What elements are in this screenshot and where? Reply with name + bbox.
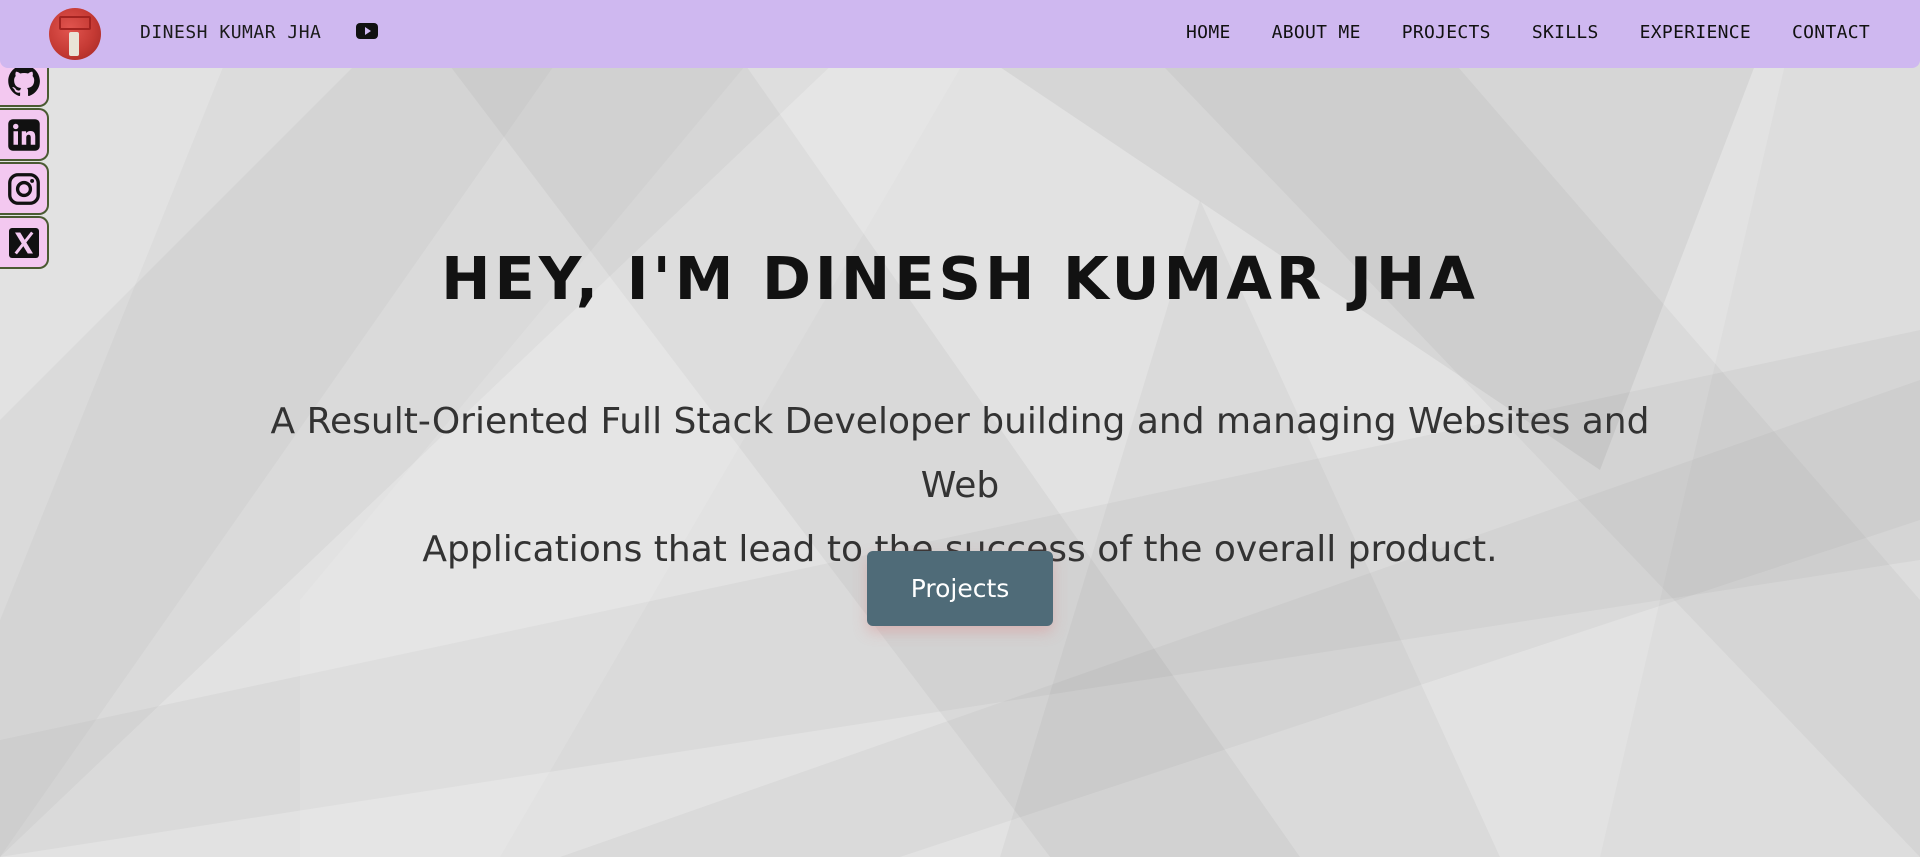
nav-projects[interactable]: PROJECTS: [1402, 22, 1491, 43]
nav-about-me[interactable]: ABOUT ME: [1272, 22, 1361, 43]
social-link-x[interactable]: [0, 216, 49, 269]
avatar[interactable]: [49, 8, 101, 60]
navbar: DINESH KUMAR JHA HOME ABOUT ME PROJECTS …: [0, 0, 1920, 68]
youtube-icon[interactable]: [355, 21, 379, 41]
projects-button[interactable]: Projects: [867, 551, 1053, 626]
hero-title: HEY, I'M DINESH KUMAR JHA: [441, 244, 1479, 313]
avatar-frame: [59, 16, 91, 30]
nav-contact[interactable]: CONTACT: [1792, 22, 1870, 43]
nav-skills[interactable]: SKILLS: [1532, 22, 1599, 43]
avatar-figure: [69, 32, 79, 56]
instagram-icon: [7, 172, 40, 205]
x-icon: [8, 227, 39, 258]
nav-home[interactable]: HOME: [1186, 22, 1231, 43]
hero-subtitle-line-1: A Result-Oriented Full Stack Developer b…: [270, 401, 1650, 506]
nav-links: HOME ABOUT ME PROJECTS SKILLS EXPERIENCE…: [1186, 22, 1870, 43]
brand-name[interactable]: DINESH KUMAR JHA: [140, 22, 321, 43]
social-link-instagram[interactable]: [0, 162, 49, 215]
social-link-linkedin[interactable]: [0, 108, 49, 161]
social-sidebar: [0, 54, 49, 270]
linkedin-icon: [7, 118, 40, 151]
nav-experience[interactable]: EXPERIENCE: [1640, 22, 1751, 43]
